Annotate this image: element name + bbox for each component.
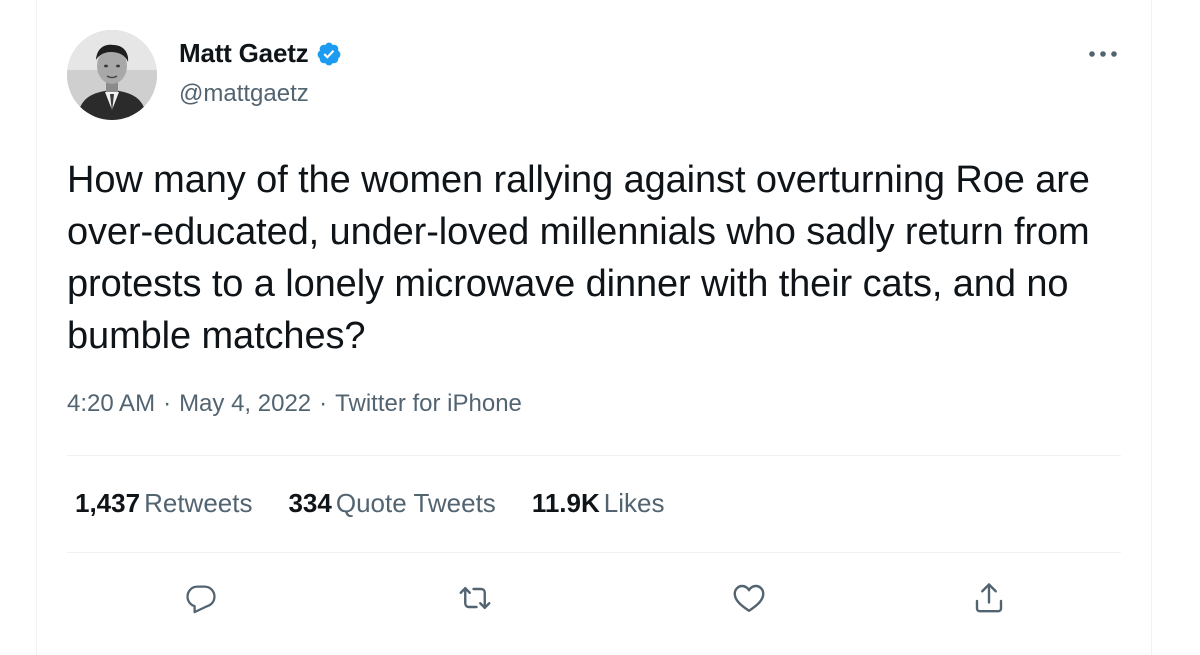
like-icon <box>733 584 765 612</box>
divider <box>67 455 1121 456</box>
tweet-date[interactable]: May 4, 2022 <box>179 390 311 418</box>
likes-label: Likes <box>603 488 665 518</box>
tweet-text: How many of the women rallying against o… <box>67 159 1090 357</box>
meta-separator: · <box>319 390 328 417</box>
retweet-icon <box>459 587 491 609</box>
more-icon <box>1089 51 1117 57</box>
author-name-row[interactable]: Matt Gaetz <box>179 38 342 69</box>
like-button[interactable] <box>727 576 771 620</box>
retweets-label: Retweets <box>144 488 253 518</box>
quote-tweets-stat[interactable]: 334 Quote Tweets <box>288 488 495 519</box>
tweet-card: Matt Gaetz @mattgaetz How many of the wo… <box>36 0 1152 655</box>
profile-photo-icon <box>67 30 157 120</box>
quotes-label: Quote Tweets <box>335 488 496 518</box>
retweets-count: 1,437 <box>75 488 141 518</box>
tweet-actions <box>37 576 1151 624</box>
avatar[interactable] <box>67 30 157 120</box>
divider <box>67 552 1121 553</box>
author-handle[interactable]: @mattgaetz <box>179 80 309 108</box>
verified-badge-icon <box>318 42 341 65</box>
reply-button[interactable] <box>179 576 223 620</box>
tweet-time[interactable]: 4:20 AM <box>67 390 155 418</box>
meta-separator: · <box>163 390 172 417</box>
tweet-source[interactable]: Twitter for iPhone <box>335 390 522 418</box>
author-name[interactable]: Matt Gaetz <box>179 38 309 69</box>
retweets-stat[interactable]: 1,437 Retweets <box>75 488 252 519</box>
share-icon <box>975 583 1003 613</box>
quotes-count: 334 <box>288 488 332 518</box>
share-button[interactable] <box>967 576 1011 620</box>
tweet-meta: 4:20 AM · May 4, 2022 · Twitter for iPho… <box>67 390 522 418</box>
likes-count: 11.9K <box>531 488 600 518</box>
likes-stat[interactable]: 11.9K Likes <box>532 488 665 519</box>
reply-icon <box>186 585 216 614</box>
more-options-button[interactable] <box>1085 36 1121 72</box>
tweet-stats: 1,437 Retweets 334 Quote Tweets 11.9K Likes <box>75 488 664 519</box>
retweet-button[interactable] <box>453 576 497 620</box>
